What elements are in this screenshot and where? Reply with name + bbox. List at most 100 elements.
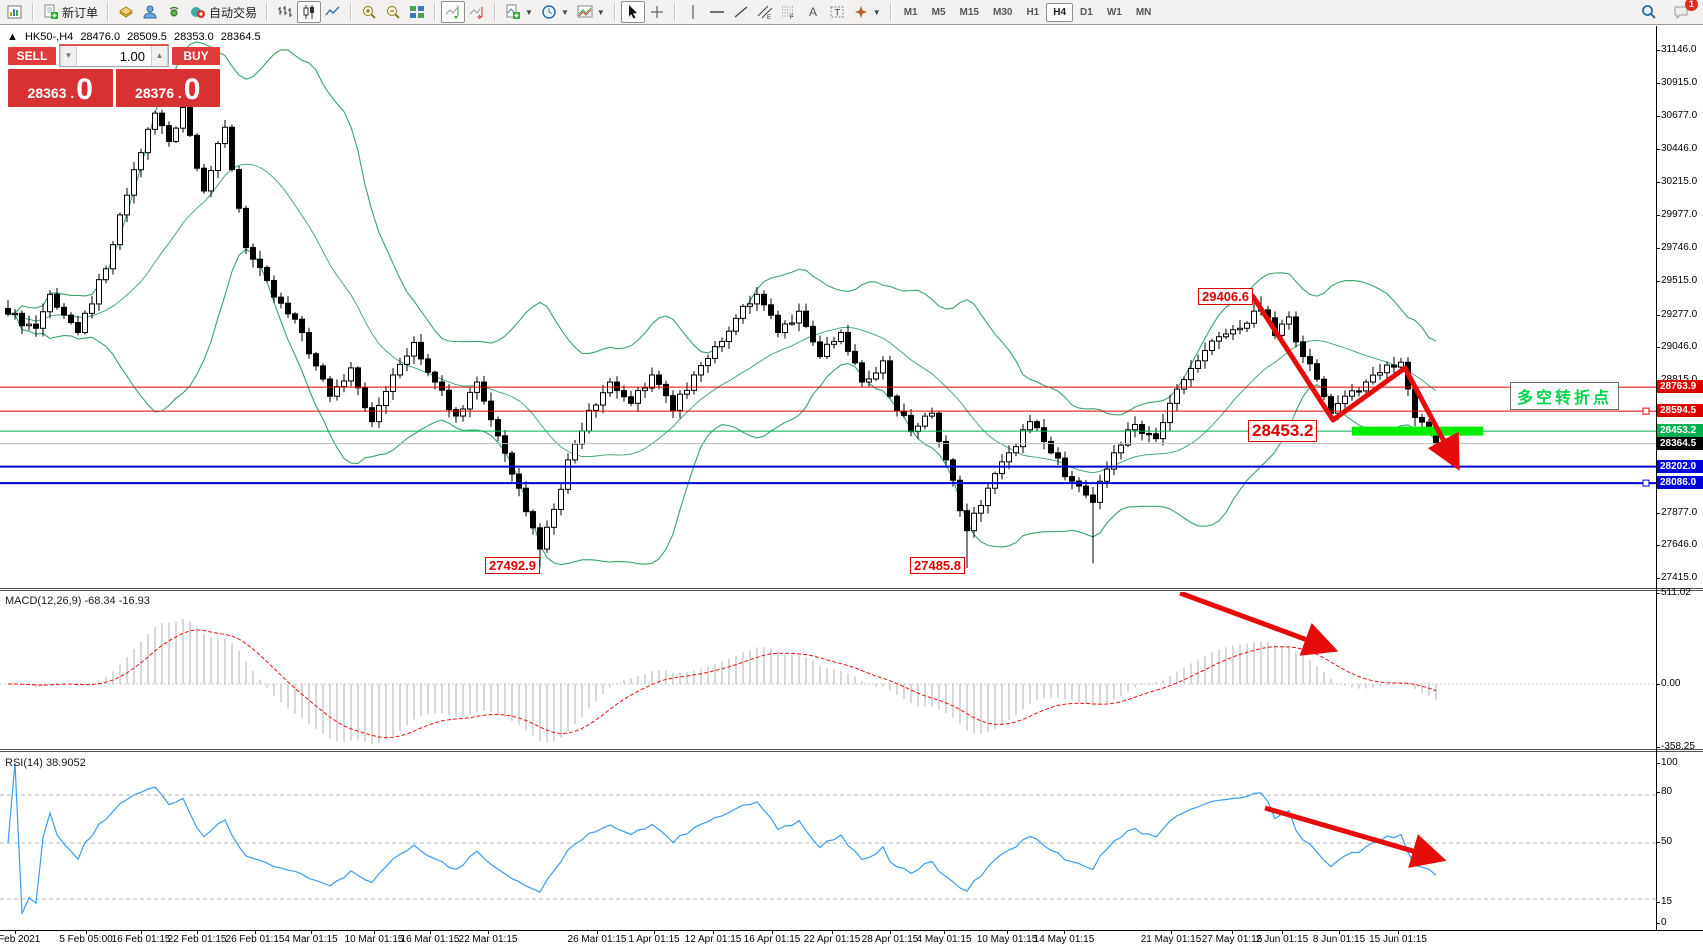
rsi-indicator-chart[interactable] — [0, 753, 1656, 930]
bull-candle — [782, 323, 788, 334]
text-tool-button[interactable]: A — [801, 1, 825, 23]
crosshair-tool-button[interactable] — [645, 1, 669, 23]
volume-input[interactable]: 1.00 — [77, 49, 151, 64]
price-axis-tick — [1656, 149, 1660, 151]
buy-price-button[interactable]: 28376 . 0 — [115, 69, 220, 107]
buy-price-main: 28376 — [135, 85, 174, 101]
auto-trading-button[interactable]: 自动交易 — [186, 1, 261, 24]
periods-menu-button[interactable]: ▼ — [537, 1, 573, 23]
templates-menu-button[interactable]: ▼ — [573, 1, 609, 23]
signals-icon[interactable] — [162, 1, 186, 23]
bull-candle — [1230, 329, 1236, 335]
zoom-in-button[interactable] — [357, 1, 381, 23]
horizontal-line-tool-button[interactable] — [705, 1, 729, 23]
bull-candle — [1398, 361, 1404, 368]
market-watch-icon[interactable] — [114, 1, 138, 23]
sell-button[interactable]: SELL — [8, 46, 56, 65]
timeframe-button-w1[interactable]: W1 — [1100, 3, 1129, 22]
bull-candle — [82, 312, 88, 334]
time-axis[interactable]: 1 Feb 2021 5 Feb 05:0016 Feb 01:1522 Feb … — [0, 930, 1703, 947]
panel-separator[interactable] — [0, 588, 1703, 591]
line-handle[interactable] — [1642, 407, 1650, 415]
bear-candle — [1419, 416, 1425, 423]
macd-trend-arrow-annotation[interactable] — [1179, 592, 1339, 656]
profiles-icon[interactable] — [138, 1, 162, 23]
charts-icon[interactable] — [3, 1, 27, 23]
bull-candle — [684, 389, 690, 395]
equidistant-channel-tool-button[interactable]: E — [753, 1, 777, 23]
bear-candle — [628, 396, 634, 404]
timeframe-button-m30[interactable]: M30 — [986, 3, 1019, 22]
timeframe-button-d1[interactable]: D1 — [1073, 3, 1100, 22]
price-axis-label: 29515.0 — [1661, 274, 1698, 286]
price-annotation-label[interactable]: 27485.8 — [910, 557, 965, 574]
line-handle[interactable] — [1642, 479, 1650, 487]
bull-candle — [558, 488, 564, 510]
bear-candle — [1139, 424, 1145, 435]
bull-candle — [880, 360, 886, 374]
bull-candle — [376, 405, 382, 423]
bear-candle — [859, 362, 865, 383]
support-highlight-bar[interactable] — [1352, 426, 1483, 436]
bear-candle — [964, 510, 970, 532]
macd-axis-tick — [1656, 684, 1660, 685]
bear-candle — [418, 341, 424, 360]
bull-candle — [1125, 429, 1131, 446]
price-annotation-label[interactable]: 29406.6 — [1198, 288, 1253, 305]
bear-candle — [537, 527, 543, 550]
price-annotation-label[interactable]: 28453.2 — [1248, 420, 1318, 442]
bull-candle — [1097, 480, 1103, 503]
timeframe-button-mn[interactable]: MN — [1129, 3, 1159, 22]
price-tag: 28086.0 — [1657, 476, 1703, 490]
tile-windows-button[interactable] — [405, 1, 429, 23]
new-order-button[interactable]: 新订单 — [39, 1, 102, 24]
indicators-menu-button[interactable]: ▼ — [501, 1, 537, 23]
rsi-line — [7, 762, 1437, 914]
macd-indicator-chart[interactable] — [0, 592, 1656, 750]
candlestick-mode-button[interactable] — [297, 1, 322, 23]
templates-menu-icon — [577, 4, 593, 20]
line-chart-mode-button[interactable] — [321, 1, 345, 23]
vertical-line-tool-button[interactable] — [681, 1, 705, 23]
price-axis-label: 27415.0 — [1661, 572, 1698, 584]
price-annotation-label[interactable]: 27492.9 — [485, 557, 540, 574]
symbol-title: HK50-,H4 — [24, 31, 74, 43]
trendline-tool-button[interactable] — [729, 1, 753, 23]
rsi-axis-label: 80 — [1661, 786, 1673, 797]
timeframe-button-h1[interactable]: H1 — [1019, 3, 1046, 22]
main-price-chart[interactable] — [0, 26, 1656, 590]
buy-button[interactable]: BUY — [172, 46, 220, 65]
time-axis-label: 28 Apr 01:15 — [861, 934, 919, 945]
price-axis-tick — [1656, 181, 1660, 183]
volume-stepper[interactable]: ▼ 1.00 ▲ — [59, 44, 169, 67]
arrows-tool-button[interactable]: ▼ — [849, 1, 885, 23]
collapse-trade-panel-icon[interactable]: ▲ — [7, 31, 18, 43]
panel-separator[interactable] — [0, 749, 1703, 752]
cursor-tool-icon — [625, 4, 641, 20]
timeframe-button-h4[interactable]: H4 — [1046, 2, 1074, 22]
search-button[interactable] — [1637, 1, 1661, 23]
price-axis-label: 29277.0 — [1661, 308, 1698, 320]
volume-decrease-button[interactable]: ▼ — [60, 46, 77, 66]
auto-scroll-button[interactable] — [441, 1, 466, 23]
notifications-button[interactable]: 1 — [1669, 0, 1698, 23]
label-tool-button[interactable]: T — [825, 1, 849, 23]
turning-point-note[interactable]: 多空转折点 — [1510, 382, 1620, 410]
bull-candle — [985, 487, 991, 506]
chart-shift-button[interactable] — [465, 1, 489, 23]
timeframe-button-m15[interactable]: M15 — [953, 3, 986, 22]
volume-increase-button[interactable]: ▲ — [151, 46, 168, 66]
fibonacci-tool-button[interactable]: F — [777, 1, 801, 23]
macd-axis-label: 511.02 — [1661, 587, 1691, 598]
bull-candle — [12, 312, 18, 316]
rsi-trend-arrow-annotation[interactable] — [1264, 805, 1447, 868]
bear-candle — [306, 332, 312, 355]
bull-candle — [348, 367, 354, 382]
zoom-out-button[interactable] — [381, 1, 405, 23]
timeframe-button-m1[interactable]: M1 — [897, 3, 925, 22]
bull-candle — [1209, 340, 1215, 352]
bar-chart-mode-button[interactable] — [273, 1, 297, 23]
timeframe-button-m5[interactable]: M5 — [925, 3, 953, 22]
cursor-tool-button[interactable] — [620, 1, 645, 23]
sell-price-button[interactable]: 28363 . 0 — [8, 69, 113, 107]
